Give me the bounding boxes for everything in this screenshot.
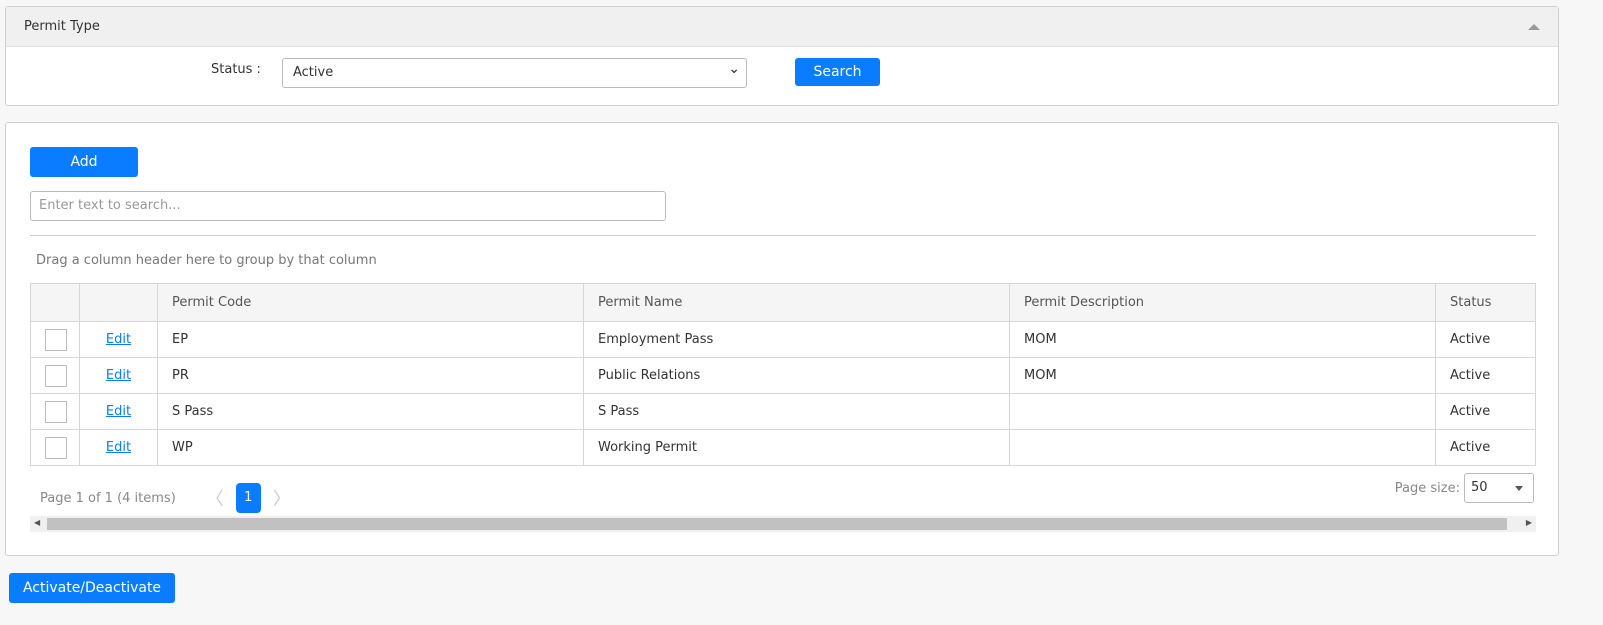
- permit-name-cell: S Pass: [583, 393, 1010, 430]
- permit-table: Permit Code Permit Name Permit Descripti…: [30, 283, 1536, 466]
- add-button[interactable]: Add: [30, 147, 138, 177]
- group-panel[interactable]: Drag a column header here to group by th…: [36, 253, 377, 268]
- select-cell: [30, 393, 80, 430]
- edit-link[interactable]: Edit: [106, 440, 131, 455]
- status-cell: Active: [1435, 321, 1536, 358]
- edit-link[interactable]: Edit: [106, 368, 131, 383]
- row-checkbox[interactable]: [45, 436, 67, 459]
- status-cell: Active: [1435, 393, 1536, 430]
- collapse-icon[interactable]: [1528, 23, 1540, 30]
- status-label: Status :: [211, 62, 261, 77]
- table-row: Edit EP Employment Pass MOM Active: [30, 321, 1536, 358]
- status-select[interactable]: Active: [282, 55, 747, 88]
- page-button[interactable]: 1: [235, 483, 261, 513]
- scroll-right-icon[interactable]: ▶: [1526, 518, 1532, 527]
- prev-page-icon[interactable]: 〈: [206, 485, 224, 511]
- edit-link[interactable]: Edit: [106, 332, 131, 347]
- permit-description-cell: [1009, 429, 1436, 466]
- grid-search-input[interactable]: Enter text to search...: [30, 191, 666, 221]
- permit-code-cell: EP: [157, 321, 584, 358]
- column-header[interactable]: Permit Name: [583, 283, 1010, 322]
- row-checkbox[interactable]: [45, 364, 67, 387]
- permit-code-cell: WP: [157, 429, 584, 466]
- row-checkbox[interactable]: [45, 328, 67, 351]
- column-header[interactable]: Status: [1435, 283, 1536, 322]
- table-row: Edit S Pass S Pass Active: [30, 393, 1536, 430]
- divider: [30, 235, 1536, 236]
- row-checkbox[interactable]: [45, 400, 67, 423]
- filter-panel-header[interactable]: Permit Type: [6, 7, 1558, 47]
- select-cell: [30, 357, 80, 394]
- activate-deactivate-button[interactable]: Activate/Deactivate: [9, 573, 175, 603]
- select-cell: [30, 429, 80, 466]
- edit-cell: Edit: [79, 393, 158, 430]
- panel-title: Permit Type: [24, 19, 100, 34]
- next-page-icon[interactable]: 〉: [273, 485, 291, 511]
- edit-link[interactable]: Edit: [106, 404, 131, 419]
- search-button[interactable]: Search: [795, 58, 880, 86]
- permit-code-cell: PR: [157, 357, 584, 394]
- page-size-label: Page size:: [1394, 480, 1460, 496]
- permit-code-cell: S Pass: [157, 393, 584, 430]
- status-cell: Active: [1435, 357, 1536, 394]
- edit-cell: Edit: [79, 321, 158, 358]
- page-size-select[interactable]: 50: [1464, 473, 1534, 503]
- table-row: Edit WP Working Permit Active: [30, 429, 1536, 466]
- filter-panel: Permit Type Status : Active Search: [5, 6, 1559, 106]
- permit-name-cell: Working Permit: [583, 429, 1010, 466]
- page-size: Page size: 50: [1395, 473, 1534, 503]
- table-header-row: Permit Code Permit Name Permit Descripti…: [30, 283, 1536, 322]
- permit-name-cell: Employment Pass: [583, 321, 1010, 358]
- permit-description-cell: MOM: [1009, 321, 1436, 358]
- edit-cell: Edit: [79, 357, 158, 394]
- scrollbar-thumb[interactable]: [47, 518, 1507, 530]
- horizontal-scrollbar[interactable]: ◀ ▶: [30, 516, 1536, 532]
- edit-cell: Edit: [79, 429, 158, 466]
- permit-description-cell: [1009, 393, 1436, 430]
- status-cell: Active: [1435, 429, 1536, 466]
- pager: Page 1 of 1 (4 items) 〈 1 〉: [40, 483, 291, 513]
- select-cell: [30, 321, 80, 358]
- select-header: [30, 283, 80, 322]
- column-header[interactable]: Permit Code: [157, 283, 584, 322]
- pager-info: Page 1 of 1 (4 items): [40, 490, 176, 506]
- edit-header: [79, 283, 158, 322]
- permit-name-cell: Public Relations: [583, 357, 1010, 394]
- permit-description-cell: MOM: [1009, 357, 1436, 394]
- table-row: Edit PR Public Relations MOM Active: [30, 357, 1536, 394]
- scroll-left-icon[interactable]: ◀: [34, 518, 40, 527]
- column-header[interactable]: Permit Description: [1009, 283, 1436, 322]
- grid-panel: Add Enter text to search... Drag a colum…: [5, 122, 1559, 556]
